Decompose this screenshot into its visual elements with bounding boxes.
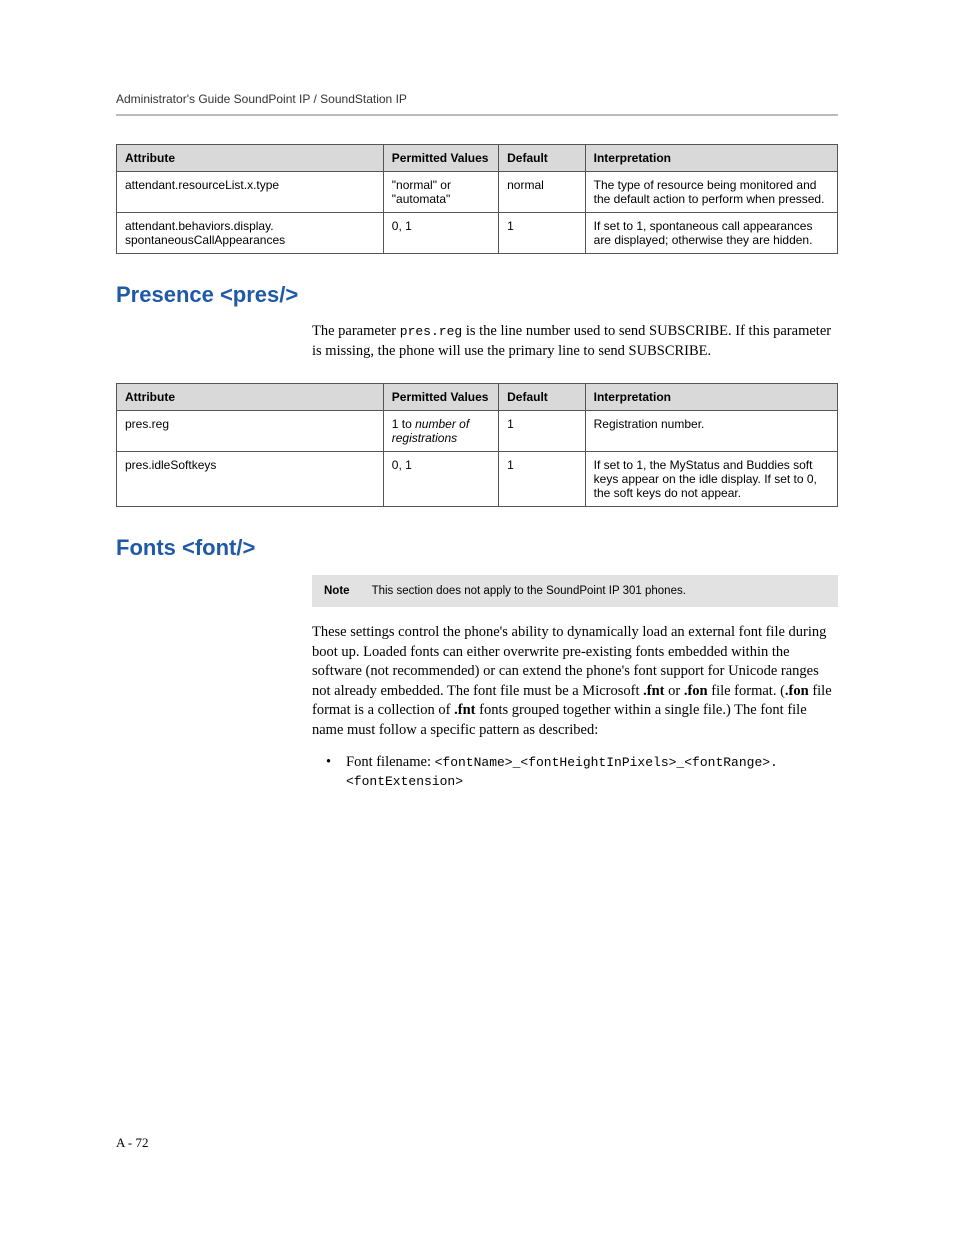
attendant-config-table: Attribute Permitted Values Default Inter… xyxy=(116,144,838,254)
fonts-body-block: Note This section does not apply to the … xyxy=(312,575,838,792)
cell-default: 1 xyxy=(499,452,586,507)
cell-default: 1 xyxy=(499,411,586,452)
cell-permitted: 0, 1 xyxy=(383,213,498,254)
note-label: Note xyxy=(324,585,350,597)
cell-permitted: "normal" or "automata" xyxy=(383,172,498,213)
col-header-attribute: Attribute xyxy=(117,384,384,411)
cell-interpretation: If set to 1, the MyStatus and Buddies so… xyxy=(585,452,837,507)
cell-default: normal xyxy=(499,172,586,213)
col-header-default: Default xyxy=(499,384,586,411)
bold-span: .fnt xyxy=(454,702,475,718)
text-span: The parameter xyxy=(312,323,400,339)
note-text: This section does not apply to the Sound… xyxy=(372,585,826,597)
header-rule xyxy=(116,114,838,116)
list-item: Font filename: <fontName>_<fontHeightInP… xyxy=(312,753,838,792)
cell-interpretation: Registration number. xyxy=(585,411,837,452)
bullet-list: Font filename: <fontName>_<fontHeightInP… xyxy=(312,753,838,792)
code-span: pres.reg xyxy=(400,324,462,339)
table-row: attendant.behaviors.display. spontaneous… xyxy=(117,213,838,254)
text-span: or xyxy=(664,683,683,699)
cell-attribute: attendant.behaviors.display. spontaneous… xyxy=(117,213,384,254)
bold-span: .fnt xyxy=(643,683,664,699)
presence-config-table: Attribute Permitted Values Default Inter… xyxy=(116,383,838,507)
col-header-permitted: Permitted Values xyxy=(383,384,498,411)
col-header-default: Default xyxy=(499,145,586,172)
cell-attribute: pres.idleSoftkeys xyxy=(117,452,384,507)
text-span: Font filename: xyxy=(346,754,435,770)
table-row: pres.reg 1 to number of registrations 1 … xyxy=(117,411,838,452)
col-header-permitted: Permitted Values xyxy=(383,145,498,172)
col-header-interpretation: Interpretation xyxy=(585,384,837,411)
presence-heading: Presence <pres/> xyxy=(116,282,838,308)
cell-interpretation: The type of resource being monitored and… xyxy=(585,172,837,213)
cell-default: 1 xyxy=(499,213,586,254)
col-header-attribute: Attribute xyxy=(117,145,384,172)
presence-intro-block: The parameter pres.reg is the line numbe… xyxy=(312,322,838,361)
bold-span: .fon xyxy=(785,683,809,699)
cell-attribute: attendant.resourceList.x.type xyxy=(117,172,384,213)
note-box: Note This section does not apply to the … xyxy=(312,575,838,607)
presence-intro: The parameter pres.reg is the line numbe… xyxy=(312,322,838,361)
table-row: pres.idleSoftkeys 0, 1 1 If set to 1, th… xyxy=(117,452,838,507)
table-row: attendant.resourceList.x.type "normal" o… xyxy=(117,172,838,213)
text-span: file format. ( xyxy=(708,683,785,699)
text-span: 1 to xyxy=(392,417,415,431)
bold-span: .fon xyxy=(684,683,708,699)
cell-attribute: pres.reg xyxy=(117,411,384,452)
page-number: A - 72 xyxy=(116,1135,149,1151)
cell-permitted: 0, 1 xyxy=(383,452,498,507)
cell-permitted: 1 to number of registrations xyxy=(383,411,498,452)
running-header: Administrator's Guide SoundPoint IP / So… xyxy=(116,92,838,106)
fonts-heading: Fonts <font/> xyxy=(116,535,838,561)
cell-interpretation: If set to 1, spontaneous call appearance… xyxy=(585,213,837,254)
fonts-paragraph: These settings control the phone's abili… xyxy=(312,623,838,740)
col-header-interpretation: Interpretation xyxy=(585,145,837,172)
